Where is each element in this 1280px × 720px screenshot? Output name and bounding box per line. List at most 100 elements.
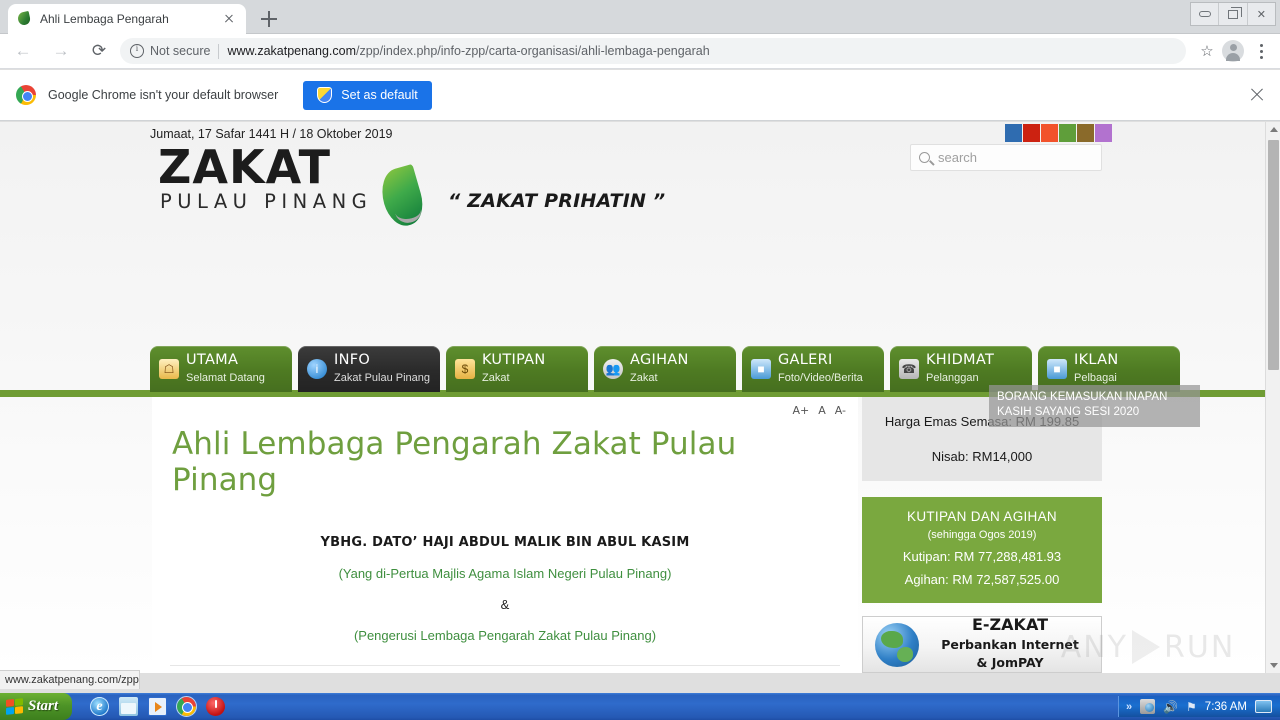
globe-icon — [869, 621, 925, 669]
action-center-icon[interactable]: ⚑ — [1186, 700, 1197, 714]
sidebar: Harga Emas Semasa: RM 199.85 Nisab: RM14… — [862, 397, 1102, 673]
search-icon — [919, 152, 930, 163]
scroll-up-icon[interactable] — [1266, 122, 1280, 137]
address-bar[interactable]: Not secure www.zakatpenang.com/zpp/index… — [120, 38, 1186, 64]
new-tab-button[interactable] — [256, 7, 282, 31]
nav-title: AGIHAN — [630, 352, 689, 369]
forward-icon[interactable]: → — [46, 36, 76, 66]
close-window-button[interactable]: ✕ — [1248, 3, 1275, 25]
dismiss-infobar-icon[interactable] — [1248, 86, 1266, 104]
scroll-down-icon[interactable] — [1266, 658, 1280, 673]
url-path: /zpp/index.php/info-zpp/carta-organisasi… — [356, 44, 710, 58]
windows-taskbar: Start » 🔊 ⚑ 7:36 AM — [0, 693, 1280, 720]
promo-sub: Perbankan Internet & JomPAY — [941, 636, 1079, 671]
nav-title: IKLAN — [1074, 352, 1119, 369]
font-size-controls: A+ A A- — [792, 404, 846, 417]
color-swatch[interactable] — [1095, 124, 1112, 142]
scrollbar-thumb[interactable] — [1268, 140, 1279, 370]
collection-period: (sehingga Ogos 2019) — [927, 529, 1037, 541]
search-input[interactable]: search — [938, 150, 977, 165]
security-label: Not secure — [150, 44, 211, 58]
internet-explorer-icon[interactable] — [90, 697, 110, 716]
avatar[interactable] — [1222, 40, 1244, 62]
photo-icon: ■ — [751, 359, 771, 379]
nav-sub: Zakat — [482, 372, 510, 384]
nav-item-info[interactable]: i INFO Zakat Pulau Pinang — [298, 346, 440, 392]
nav-item-galeri[interactable]: ■ GALERI Foto/Video/Berita — [742, 346, 884, 392]
minimize-button[interactable] — [1191, 3, 1220, 25]
nav-title: KUTIPAN — [482, 352, 546, 369]
collection-agihan: Agihan: RM 72,587,525.00 — [904, 572, 1060, 587]
nav-title: KHIDMAT — [926, 352, 995, 369]
system-tray: » 🔊 ⚑ 7:36 AM — [1117, 696, 1280, 717]
set-as-default-button[interactable]: Set as default — [303, 80, 432, 110]
nav-title: UTAMA — [186, 352, 239, 369]
color-swatch[interactable] — [1059, 124, 1076, 142]
color-swatch[interactable] — [1041, 124, 1058, 142]
site-info-icon[interactable] — [130, 43, 144, 58]
explorer-icon[interactable] — [119, 697, 139, 716]
color-scheme-swatches — [1005, 124, 1112, 142]
collection-kutipan: Kutipan: RM 77,288,481.93 — [902, 549, 1062, 564]
nav-sub: Pelanggan — [926, 372, 979, 384]
divider — [170, 665, 840, 666]
site-logo[interactable]: ZAKAT PULAU PINANG — [158, 140, 429, 231]
nav-dropdown-item[interactable]: BORANG KEMASUKAN INAPAN KASIH SAYANG SES… — [989, 385, 1200, 427]
color-swatch[interactable] — [1077, 124, 1094, 142]
member-role[interactable]: (Pengerusi Lembaga Pengarah Zakat Pulau … — [162, 628, 848, 643]
browser-tab[interactable]: Ahli Lembaga Pengarah — [8, 4, 246, 34]
window-controls: ✕ — [1190, 2, 1276, 26]
default-browser-infobar: Google Chrome isn't your default browser… — [0, 70, 1280, 121]
promo-title: E-ZAKAT — [971, 615, 1048, 635]
color-swatch[interactable] — [1005, 124, 1022, 142]
back-icon[interactable]: ← — [8, 36, 38, 66]
promo-ezakat[interactable]: E-ZAKAT Perbankan Internet & JomPAY — [862, 616, 1102, 673]
start-button[interactable]: Start — [0, 693, 73, 720]
clock[interactable]: 7:36 AM — [1205, 701, 1247, 713]
nav-sub: Foto/Video/Berita — [778, 372, 863, 384]
font-reset-button[interactable]: A — [818, 404, 826, 417]
font-increase-button[interactable]: A+ — [792, 404, 809, 417]
network-icon[interactable] — [1140, 699, 1156, 714]
money-icon: $ — [455, 359, 475, 379]
bookmark-star-icon[interactable]: ☆ — [1194, 38, 1220, 64]
collection-title: KUTIPAN DAN AGIHAN — [907, 509, 1057, 524]
search-box[interactable]: search — [910, 144, 1102, 171]
opera-icon[interactable] — [206, 697, 226, 716]
restore-button[interactable] — [1219, 3, 1248, 25]
tab-title: Ahli Lembaga Pengarah — [40, 12, 169, 26]
media-player-icon[interactable] — [148, 697, 168, 716]
page-scrollbar[interactable] — [1265, 122, 1280, 673]
nav-item-utama[interactable]: ☖ UTAMA Selamat Datang — [150, 346, 292, 392]
color-swatch[interactable] — [1023, 124, 1040, 142]
show-desktop-icon[interactable] — [1255, 700, 1272, 713]
quick-launch-bar — [90, 696, 226, 717]
logo-main-text: ZAKAT — [158, 140, 332, 194]
main-column: A+ A A- Ahli Lembaga Pengarah Zakat Pula… — [152, 397, 858, 673]
nav-item-kutipan[interactable]: $ KUTIPAN Zakat — [446, 346, 588, 392]
browser-tabstrip: Ahli Lembaga Pengarah ✕ — [0, 0, 1280, 34]
page-title: Ahli Lembaga Pengarah Zakat Pulau Pinang — [172, 426, 737, 498]
show-hidden-icons-icon[interactable]: » — [1126, 701, 1132, 713]
member-role[interactable]: (Yang di-Pertua Majlis Agama Islam Neger… — [162, 566, 848, 581]
nav-sub: Zakat — [630, 372, 658, 384]
status-bubble: www.zakatpenang.com/zpp — [0, 670, 140, 689]
browser-toolbar: ← → ⟳ Not secure www.zakatpenang.com/zpp… — [0, 34, 1280, 69]
website-content: Jumaat, 17 Safar 1441 H / 18 Oktober 201… — [0, 122, 1265, 673]
nav-item-agihan[interactable]: 👥 AGIHAN Zakat — [594, 346, 736, 392]
volume-icon[interactable]: 🔊 — [1163, 700, 1178, 714]
close-icon[interactable] — [220, 10, 238, 28]
zakat-drop-favicon — [16, 10, 32, 27]
member-entry: YBHG. DATO’ HAJI ABDUL MALIK BIN ABUL KA… — [162, 535, 848, 643]
chrome-icon[interactable] — [176, 696, 198, 717]
windows-logo-icon — [6, 698, 23, 715]
collection-widget: KUTIPAN DAN AGIHAN (sehingga Ogos 2019) … — [862, 497, 1102, 603]
font-decrease-button[interactable]: A- — [835, 404, 846, 417]
nav-sub: Pelbagai — [1074, 372, 1117, 384]
set-as-default-label: Set as default — [341, 88, 418, 102]
infobar-message: Google Chrome isn't your default browser — [48, 88, 279, 102]
reload-icon[interactable]: ⟳ — [84, 36, 114, 66]
chrome-menu-icon[interactable] — [1250, 38, 1272, 64]
nav-sub: Zakat Pulau Pinang — [334, 372, 431, 384]
page-viewport: Jumaat, 17 Safar 1441 H / 18 Oktober 201… — [0, 122, 1280, 673]
